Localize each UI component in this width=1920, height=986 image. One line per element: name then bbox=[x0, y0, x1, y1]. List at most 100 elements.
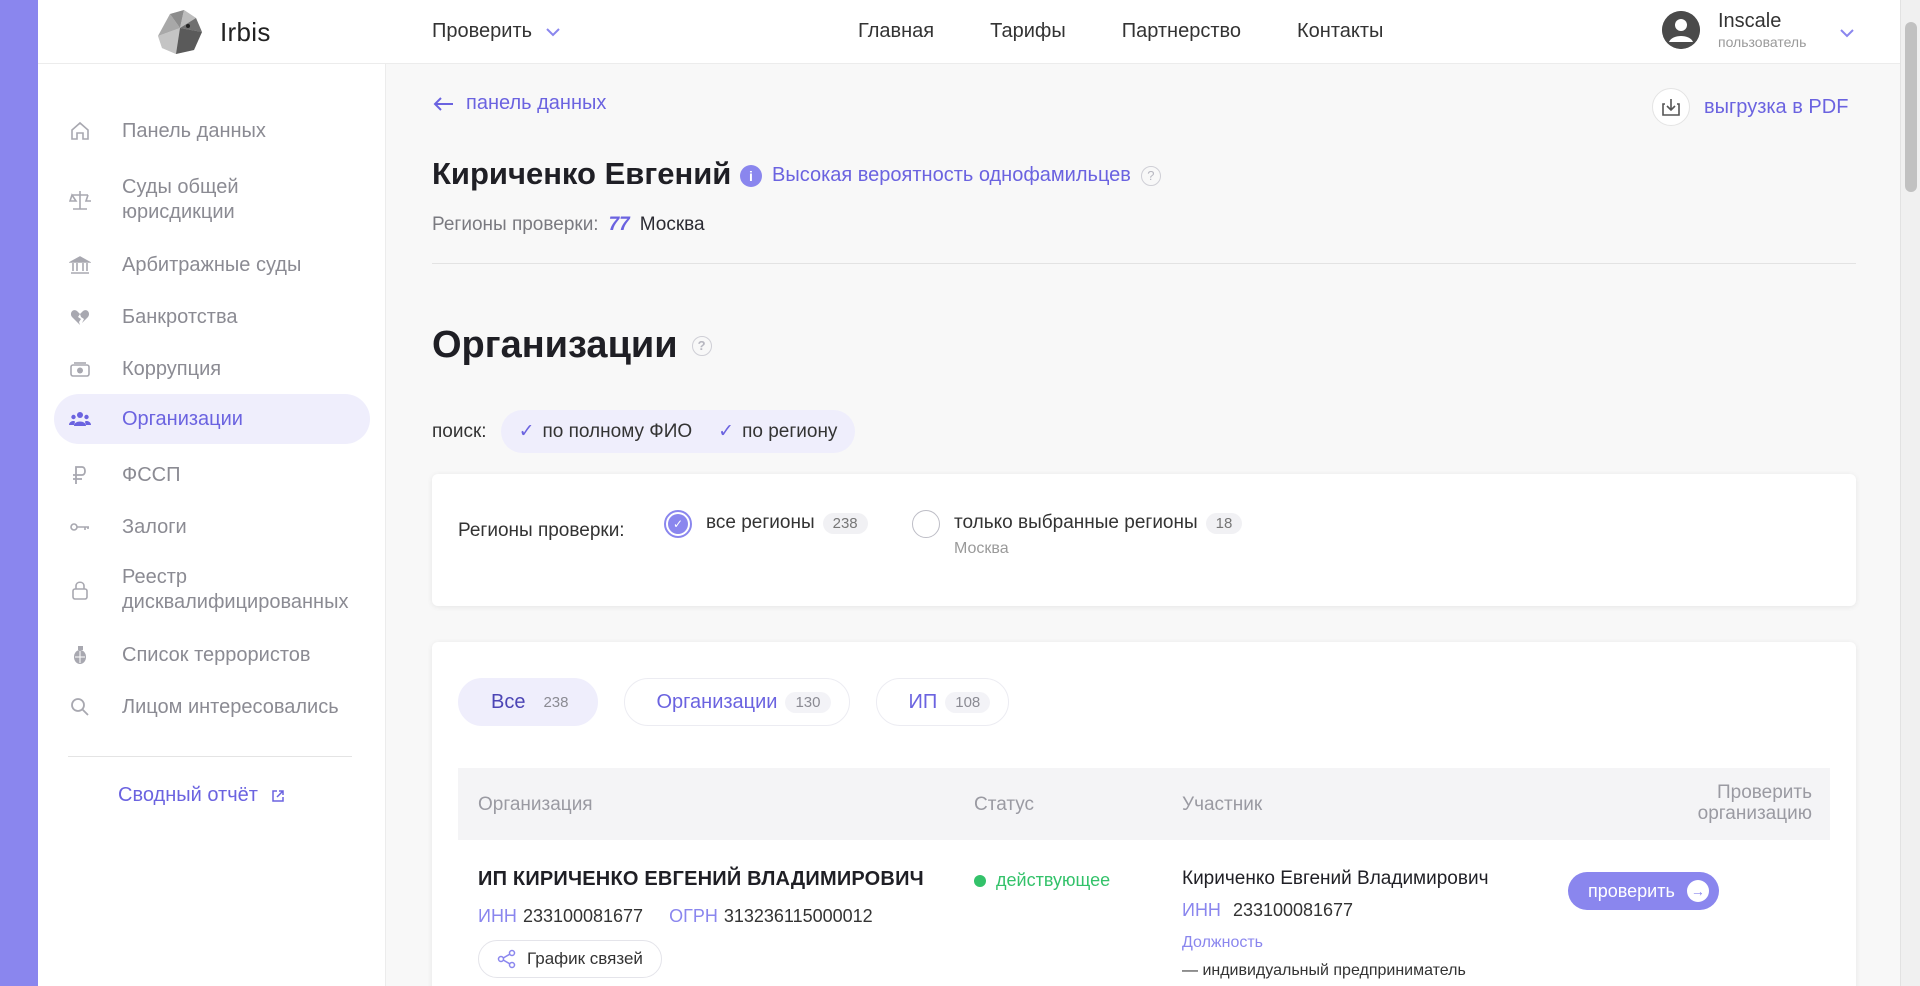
sidebar-item-dashboard[interactable]: Панель данных bbox=[54, 114, 370, 148]
sidebar-item-pledges[interactable]: Залоги bbox=[54, 510, 370, 544]
top-header: Irbis Проверить Главная Тарифы Партнерст… bbox=[38, 0, 1900, 64]
organizations-card: Все 238 Организации 130 ИП 108 Организация … bbox=[432, 642, 1856, 986]
user-role: пользователь bbox=[1718, 34, 1807, 50]
ogrn-value: 313236115000012 bbox=[723, 906, 873, 926]
arrow-right-icon: → bbox=[1686, 880, 1709, 902]
region-code: 77 bbox=[608, 214, 630, 235]
user-menu[interactable]: Inscale пользователь bbox=[1662, 10, 1806, 50]
status-dot bbox=[974, 874, 986, 887]
regions-card-label: Регионы проверки: bbox=[458, 520, 625, 541]
sidebar-item-terrorists[interactable]: Список террористов bbox=[54, 638, 370, 672]
page-scrollbar[interactable] bbox=[1900, 0, 1920, 986]
user-chevron-down-icon[interactable] bbox=[1838, 24, 1856, 42]
section-title-text: Организации bbox=[432, 324, 678, 366]
radio-selected-label: только выбранные регионы bbox=[954, 512, 1198, 533]
regions-card: Регионы проверки: ✓ все регионы 238 тольк… bbox=[432, 474, 1856, 606]
search-option-label: по региону bbox=[742, 421, 838, 442]
sidebar-item-label: Лицом интересовались bbox=[122, 695, 339, 718]
sidebar-item-label: Арбитражные суды bbox=[122, 253, 302, 276]
sidebar-item-label: Список террористов bbox=[122, 643, 311, 666]
org-name[interactable]: ИП КИРИЧЕНКО ЕВГЕНИЙ ВЛАДИМИРОВИЧ bbox=[478, 868, 924, 891]
participant-inn: ИНН 233100081677 bbox=[1182, 900, 1353, 921]
summary-report-label: Сводный отчёт bbox=[118, 784, 258, 806]
check-dropdown[interactable]: Проверить bbox=[432, 20, 562, 43]
sidebar-item-disqualified-registry[interactable]: Реестр дисквалифицированных bbox=[54, 562, 370, 618]
nav-contacts[interactable]: Контакты bbox=[1297, 20, 1383, 43]
sidebar-item-general-courts[interactable]: Суды общей юрисдикции bbox=[54, 172, 370, 228]
participant-inn-key: ИНН bbox=[1182, 900, 1221, 920]
sidebar-item-organizations[interactable]: Организации bbox=[54, 394, 370, 444]
section-help-icon[interactable]: ? bbox=[691, 335, 712, 356]
column-header-organization: Организация bbox=[478, 794, 593, 815]
connections-graph-button[interactable]: График связей bbox=[478, 940, 662, 978]
page-title: Кириченко Евгений bbox=[432, 156, 732, 191]
divider bbox=[432, 263, 1856, 264]
sidebar-item-corruption[interactable]: Коррупция bbox=[54, 352, 370, 386]
namesake-warning[interactable]: i Высокая вероятность однофамильцев ? bbox=[740, 164, 1161, 187]
scrollbar-thumb[interactable] bbox=[1905, 22, 1917, 192]
tab-organizations[interactable]: Организации 130 bbox=[623, 678, 850, 726]
back-link-label: панель данных bbox=[466, 92, 607, 114]
table-row: ИП КИРИЧЕНКО ЕВГЕНИЙ ВЛАДИМИРОВИЧ ИНН 233… bbox=[458, 840, 1830, 986]
section-title: Организации ? bbox=[432, 324, 712, 367]
radio-all-regions[interactable]: ✓ все регионы 238 bbox=[664, 510, 868, 538]
back-to-dashboard-link[interactable]: панель данных bbox=[432, 92, 606, 115]
irbis-logo-icon bbox=[158, 10, 202, 54]
pdf-export-button[interactable]: выгрузка в PDF bbox=[1652, 88, 1848, 126]
regions-label: Регионы проверки: bbox=[432, 214, 599, 235]
radio-selected-regions[interactable]: только выбранные регионы 18 Москва bbox=[912, 510, 1243, 558]
tab-label: ИП bbox=[908, 690, 938, 713]
tab-ip[interactable]: ИП 108 bbox=[875, 678, 1010, 726]
selected-regions-city: Москва bbox=[954, 540, 1009, 557]
broken-heart-icon bbox=[68, 305, 92, 329]
sidebar-item-arbitration[interactable]: Арбитражные суды bbox=[54, 248, 370, 282]
sidebar: Панель данных Суды общей юрисдикции Арби… bbox=[38, 64, 386, 986]
help-icon[interactable]: ? bbox=[1140, 165, 1161, 186]
bank-building-icon bbox=[68, 253, 92, 277]
arrow-left-icon bbox=[433, 96, 453, 111]
app-frame: Irbis Проверить Главная Тарифы Партнерст… bbox=[0, 0, 1920, 986]
info-icon: i bbox=[740, 164, 762, 187]
selected-regions-count: 18 bbox=[1205, 513, 1243, 534]
brand-logo[interactable]: Irbis bbox=[150, 6, 271, 58]
check-dropdown-label: Проверить bbox=[432, 20, 533, 42]
radio-checked-icon: ✓ bbox=[664, 510, 692, 538]
share-graph-icon bbox=[497, 949, 516, 969]
column-header-status: Статус bbox=[974, 794, 1035, 815]
org-ids: ИНН 233100081677 ОГРН 313236115000012 bbox=[478, 906, 873, 927]
search-option-full-name[interactable]: ✓ по полному ФИО bbox=[519, 420, 693, 443]
radio-unchecked-icon bbox=[912, 510, 940, 538]
scales-icon bbox=[68, 188, 92, 212]
region-city: Москва bbox=[639, 214, 705, 235]
search-icon bbox=[68, 695, 92, 719]
check-organization-button[interactable]: проверить → bbox=[1568, 872, 1719, 910]
nav-home[interactable]: Главная bbox=[858, 20, 934, 43]
chevron-down-icon bbox=[546, 27, 560, 36]
tab-count: 108 bbox=[945, 691, 991, 713]
position-label: Должность bbox=[1182, 934, 1263, 951]
search-label: поиск: bbox=[432, 420, 487, 442]
tab-label: Организации bbox=[656, 690, 778, 713]
sidebar-item-label: Организации bbox=[122, 407, 243, 430]
all-regions-count: 238 bbox=[822, 513, 868, 534]
user-name: Inscale bbox=[1718, 10, 1782, 32]
main-content: панель данных выгрузка в PDF Кириченко Е… bbox=[386, 64, 1900, 986]
search-options-pill: ✓ по полному ФИО ✓ по региону bbox=[500, 410, 856, 453]
check-button-label: проверить bbox=[1588, 880, 1675, 901]
sidebar-item-fssp[interactable]: ФССП bbox=[54, 458, 370, 492]
search-option-region[interactable]: ✓ по региону bbox=[718, 420, 837, 443]
tab-all[interactable]: Все 238 bbox=[458, 678, 598, 726]
nav-tariffs[interactable]: Тарифы bbox=[990, 20, 1066, 43]
summary-report-link[interactable]: Сводный отчёт bbox=[118, 784, 286, 807]
column-header-check: Проверить организацию bbox=[1697, 782, 1812, 825]
participant-inn-value: 233100081677 bbox=[1232, 900, 1354, 920]
column-header-participant: Участник bbox=[1182, 794, 1263, 815]
graph-button-label: График связей bbox=[527, 949, 643, 968]
tab-count: 130 bbox=[785, 691, 831, 713]
sidebar-item-bankruptcy[interactable]: Банкротства bbox=[54, 300, 370, 334]
sidebar-item-label: Реестр дисквалифицированных bbox=[122, 566, 349, 613]
group-icon bbox=[68, 407, 92, 431]
car-key-icon bbox=[68, 515, 92, 539]
sidebar-item-interest-log[interactable]: Лицом интересовались bbox=[54, 690, 370, 724]
nav-partnership[interactable]: Партнерство bbox=[1122, 20, 1241, 43]
